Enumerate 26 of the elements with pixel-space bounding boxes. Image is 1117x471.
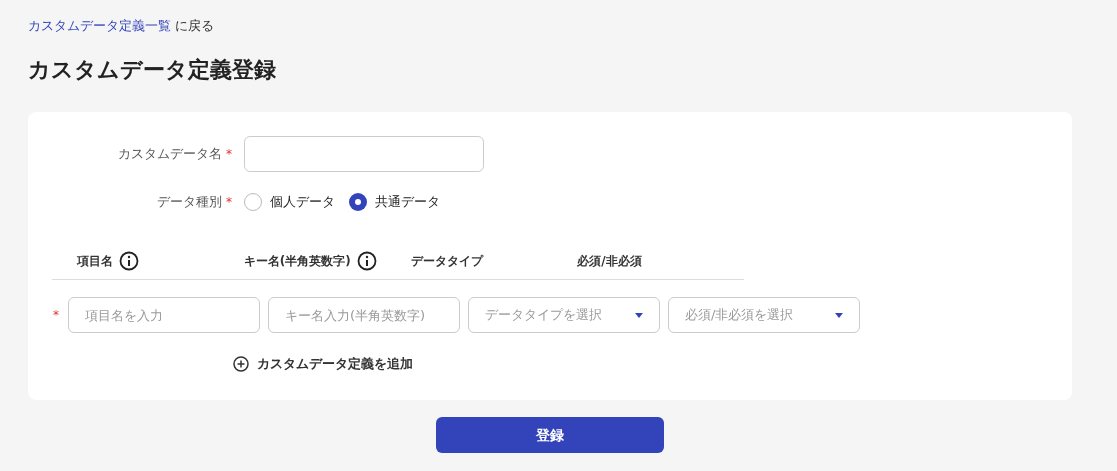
radio-button[interactable] <box>244 193 262 211</box>
info-icon[interactable] <box>119 250 139 271</box>
back-link[interactable]: カスタムデータ定義一覧 <box>28 16 171 36</box>
page-title: カスタムデータ定義登録 <box>28 56 277 84</box>
radio-button[interactable] <box>349 193 367 211</box>
column-header: 項目名 <box>77 252 113 270</box>
caret-icon <box>635 312 643 318</box>
plus-circle-icon <box>233 355 249 372</box>
required-mark: * <box>226 194 233 211</box>
field-label: カスタムデータ名 <box>118 145 222 164</box>
required-mark: * <box>226 146 233 163</box>
required-mark: * <box>52 307 60 324</box>
column-header: データタイプ <box>410 252 483 270</box>
info-icon[interactable] <box>356 250 377 271</box>
submit-button[interactable]: 登録 <box>436 417 664 453</box>
text-input-field[interactable]: 項目名を入力 <box>68 297 260 333</box>
radio-label: 個人データ <box>270 193 335 212</box>
column-header: 必須/非必須 <box>577 252 642 270</box>
name-input-field[interactable] <box>244 136 484 172</box>
radio-label: 共通データ <box>375 193 440 212</box>
text-input-field[interactable]: キー名入力(半角英数字) <box>268 297 460 333</box>
caret-icon <box>835 312 843 318</box>
add-definition-button[interactable]: カスタムデータ定義を追加 <box>233 354 413 374</box>
breadcrumb-text: に戻る <box>175 17 214 36</box>
field-label: データ種別 <box>157 193 222 212</box>
column-header: キー名(半角英数字) <box>243 252 351 270</box>
